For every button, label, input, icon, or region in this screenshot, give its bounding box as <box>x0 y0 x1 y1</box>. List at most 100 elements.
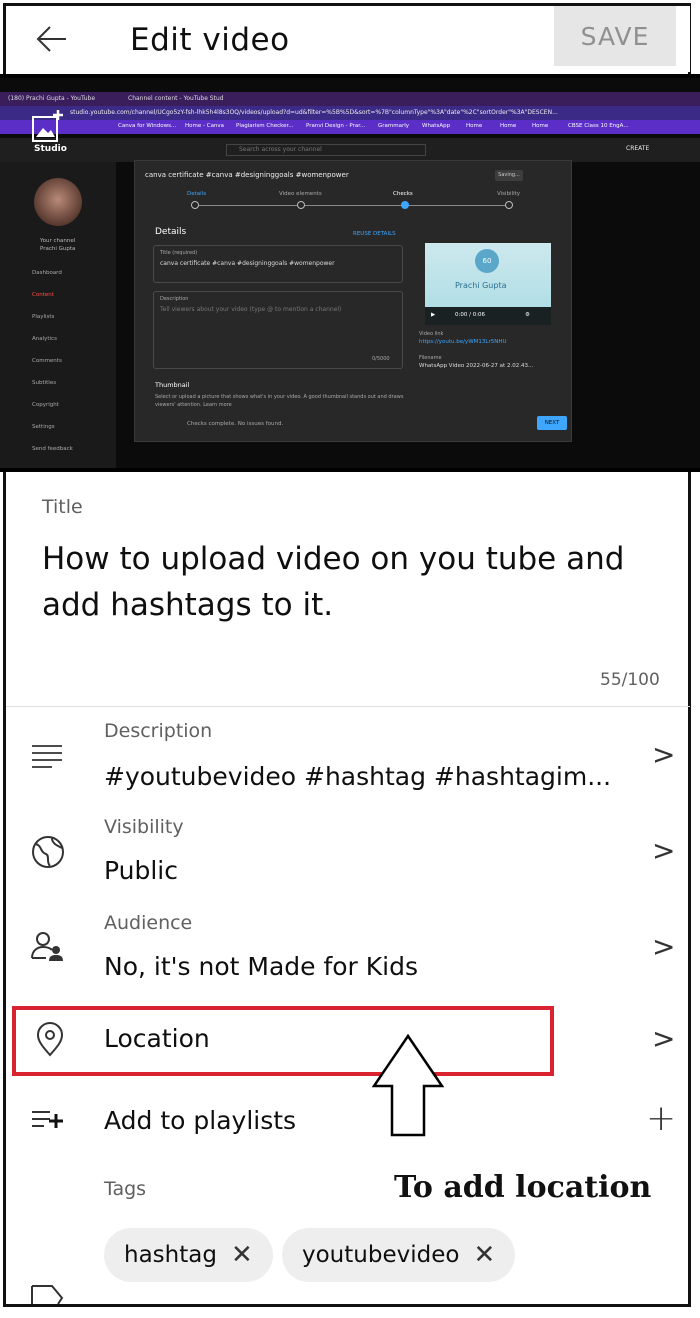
close-icon[interactable]: ✕ <box>473 1240 495 1270</box>
divider <box>6 706 690 707</box>
player-controls: ▶ 0:00 / 0:06 ⚙ <box>425 307 551 325</box>
title-char-counter: 55/100 <box>600 670 660 690</box>
arrow-left-icon <box>36 26 66 52</box>
next-button: NEXT <box>537 416 567 430</box>
tag-chip[interactable]: youtubevideo ✕ <box>282 1228 516 1282</box>
audience-label: Audience <box>104 912 193 934</box>
title-input[interactable]: How to upload video on you tube and add … <box>42 536 642 628</box>
close-icon[interactable]: ✕ <box>231 1240 253 1270</box>
bookmark: Grammarly <box>378 123 410 129</box>
add-to-playlists-label: Add to playlists <box>104 1106 297 1135</box>
sidebar-item: Send feedback <box>32 446 73 452</box>
browser-tab: (180) Prachi Gupta - YouTube <box>8 95 96 102</box>
step-dot <box>191 201 199 209</box>
details-heading: Details <box>155 227 187 237</box>
filename-label: Filename <box>419 355 442 361</box>
bookmark: Home - Canva <box>185 123 225 129</box>
sidebar-item: Dashboard <box>32 270 62 276</box>
bookmark: Pranvi Design - Prar... <box>306 123 366 129</box>
chevron-right-icon: > <box>652 1022 676 1055</box>
title-label: Title <box>42 496 83 518</box>
bookmarks-bar: Canva for Windows... Home - Canva Plagia… <box>0 120 700 134</box>
saving-status: Saving... <box>495 170 523 181</box>
step-dot <box>297 201 305 209</box>
visibility-label: Visibility <box>104 816 184 838</box>
tag-chip-label: hashtag <box>124 1242 217 1268</box>
text-lines-icon <box>32 745 62 768</box>
video-link: https://youtu.be/yWM13Lr5NHU <box>419 339 507 345</box>
browser-tab: Channel content - YouTube Stud <box>128 95 224 102</box>
description-label: Description <box>104 720 213 742</box>
settings-icon: ⚙ <box>525 312 530 318</box>
people-icon <box>31 932 63 961</box>
playlist-add-icon <box>32 1111 63 1128</box>
plus-icon[interactable]: + <box>646 1098 676 1139</box>
tags-label: Tags <box>104 1178 147 1200</box>
save-button[interactable]: SAVE <box>554 6 676 66</box>
bookmark: CBSE Class 10 EngA... <box>568 123 629 129</box>
bookmark: Home <box>532 123 549 129</box>
step-label: Checks <box>393 191 413 197</box>
back-button[interactable] <box>34 24 68 58</box>
title-field-value: canva certificate #canva #designinggoals… <box>160 260 335 267</box>
description-value: #youtubevideo #hashtag #hashtagim... <box>104 762 612 791</box>
checks-status: Checks complete. No issues found. <box>187 421 284 427</box>
stepper-line <box>195 205 509 206</box>
sidebar-item: Content <box>32 292 54 298</box>
bookmark: Home <box>466 123 483 129</box>
description-field: Description Tell viewers about your vide… <box>153 291 403 369</box>
chevron-right-icon: > <box>652 834 676 867</box>
channel-name: Prachi Gupta <box>40 246 76 252</box>
thumbnail-description: Select or upload a picture that shows wh… <box>155 394 404 408</box>
bookmark: WhatsApp <box>422 123 451 129</box>
tag-chip[interactable]: hashtag ✕ <box>104 1228 273 1282</box>
label-icon <box>31 1285 64 1304</box>
step-dot <box>401 201 409 209</box>
description-counter: 0/5000 <box>372 356 390 362</box>
dialog-title: canva certificate #canva #designinggoals… <box>145 171 349 179</box>
audience-value: No, it's not Made for Kids <box>104 952 419 981</box>
video-preview[interactable]: (180) Prachi Gupta - YouTube Channel con… <box>0 74 700 472</box>
thumbnail-heading: Thumbnail <box>155 381 190 389</box>
chevron-right-icon: > <box>652 738 676 771</box>
browser-tab-strip: (180) Prachi Gupta - YouTube Channel con… <box>0 92 700 106</box>
add-image-icon[interactable] <box>30 108 66 144</box>
avatar <box>34 178 82 226</box>
player-time: 0:00 / 0:06 <box>455 312 486 318</box>
bookmark: Home <box>500 123 517 129</box>
studio-logo: Studio <box>34 144 67 154</box>
sidebar-item: Subtitles <box>32 380 57 386</box>
upload-dialog: canva certificate #canva #designinggoals… <box>134 160 572 442</box>
step-label: Video elements <box>279 191 322 197</box>
location-highlight-box <box>12 1006 554 1076</box>
step-label: Details <box>187 191 207 197</box>
sidebar-item: Copyright <box>32 402 59 408</box>
step-label: Visibility <box>497 191 521 197</box>
browser-url-bar: studio.youtube.com/channel/UCgo5zY-fsh-l… <box>0 106 700 120</box>
visibility-value: Public <box>104 856 178 885</box>
badge: 60 <box>475 249 499 273</box>
title-field: Title (required) canva certificate #canv… <box>153 245 403 283</box>
description-placeholder: Tell viewers about your video (type @ to… <box>160 306 342 313</box>
sidebar-item: Comments <box>32 358 62 364</box>
your-channel-label: Your channel <box>40 238 76 244</box>
title-field-label: Title (required) <box>160 250 198 256</box>
bookmark: Canva for Windows... <box>118 123 177 129</box>
sidebar-item: Analytics <box>32 336 57 342</box>
play-icon: ▶ <box>431 312 436 318</box>
sidebar-item: Playlists <box>32 314 55 320</box>
browser-url: studio.youtube.com/channel/UCgo5zY-fsh-l… <box>70 109 558 116</box>
page-title: Edit video <box>130 22 290 58</box>
globe-icon <box>32 836 64 868</box>
create-button: CREATE <box>626 145 650 152</box>
thumbnail-name: Prachi Gupta <box>455 281 507 290</box>
annotation-arrow <box>371 1034 445 1137</box>
filename: WhatsApp Video 2022-06-27 at 2.02.43... <box>419 363 534 369</box>
chevron-right-icon: > <box>652 930 676 963</box>
bookmark: Plagiarism Checker... <box>236 123 294 129</box>
studio-search: Search across your channel <box>226 144 426 156</box>
tag-chip-label: youtubevideo <box>302 1242 460 1268</box>
step-dot <box>505 201 513 209</box>
top-app-bar: Edit video SAVE <box>6 6 690 72</box>
reuse-details-link: REUSE DETAILS <box>353 231 396 237</box>
